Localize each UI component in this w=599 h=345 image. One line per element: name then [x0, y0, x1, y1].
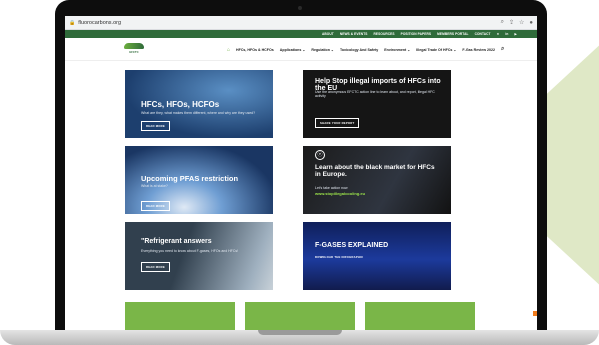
menu-environment[interactable]: Environment ⌄ [384, 48, 410, 52]
topnav-members-portal[interactable]: MEMBERS PORTAL [437, 32, 468, 36]
leaf-icon [124, 43, 144, 49]
browser-bar: 🔒 fluorocarbons.org ⌕ ⇪ ☆ ● [65, 16, 537, 30]
laptop-screen: 🔒 fluorocarbons.org ⌕ ⇪ ☆ ● ABOUT NEWS &… [65, 16, 537, 332]
tile-title: Upcoming PFAS restriction [141, 174, 239, 183]
topnav-resources[interactable]: RESOURCES [374, 32, 395, 36]
home-icon[interactable]: ⌂ [227, 47, 230, 53]
tile-hfcs[interactable]: HFCs, HFOs, HCFOs What are they, what ma… [125, 70, 273, 138]
tile-subtitle: Let's take action now [315, 186, 348, 190]
menu-applications[interactable]: Applications ⌄ [280, 48, 306, 52]
main-nav: EFCTC ⌂ HFCs, HFOs & HCFOs Applications … [65, 38, 537, 61]
download-infographic-button[interactable]: DOWNLOAD THE INFOGRAPHIC [315, 255, 363, 259]
tile-illegal-imports[interactable]: Help Stop illegal imports of HFCs into t… [303, 70, 451, 138]
tile-black-market[interactable]: ⓔ Learn about the black market for HFCs … [303, 146, 451, 214]
tile-title: F-GASES EXPLAINED [315, 242, 389, 249]
youtube-icon[interactable]: ▶ [514, 32, 517, 36]
camera [298, 6, 302, 10]
twitter-icon[interactable]: ✕ [497, 32, 500, 36]
tile-title: HFCs, HFOs, HCFOs [141, 100, 220, 109]
lock-icon: 🔒 [69, 19, 76, 26]
search-icon[interactable]: ⌕ [501, 19, 504, 26]
topnav-position-papers[interactable]: POSITION PAPERS [401, 32, 432, 36]
main-menu: ⌂ HFCs, HFOs & HCFOs Applications ⌄ Regu… [227, 46, 504, 53]
campaign-link[interactable]: www.stopillegalcooling.eu [315, 191, 365, 196]
site-logo[interactable]: EFCTC [122, 43, 146, 55]
menu-regulation[interactable]: Regulation ⌄ [311, 48, 334, 52]
scroll-to-top-button[interactable] [533, 311, 537, 316]
green-card-3[interactable] [365, 302, 475, 332]
share-icon[interactable]: ⇪ [509, 19, 514, 26]
green-card-2[interactable] [245, 302, 355, 332]
star-icon[interactable]: ☆ [519, 19, 524, 26]
site-search-icon[interactable]: ⌕ [501, 46, 504, 53]
top-utility-nav: ABOUT NEWS & EVENTS RESOURCES POSITION P… [65, 30, 537, 38]
tile-title: Learn about the black market for HFCs in… [315, 164, 435, 178]
tile-pfas[interactable]: Upcoming PFAS restriction What is at sta… [125, 146, 273, 214]
tile-refrigerant-answers[interactable]: "Refrigerant answers Everything you need… [125, 222, 273, 290]
topnav-news[interactable]: NEWS & EVENTS [340, 32, 368, 36]
menu-toxicology[interactable]: Toxicology And Safety [340, 48, 378, 52]
green-card-1[interactable] [125, 302, 235, 332]
topnav-contact[interactable]: CONTACT [475, 32, 491, 36]
tile-subtitle: Use the anonymous EFCTC action line to l… [315, 90, 435, 98]
menu-illegal-trade[interactable]: Illegal Trade Of HFCs ⌄ [416, 48, 456, 52]
share-report-button[interactable]: SHARE YOUR REPORT [315, 118, 360, 128]
tile-subtitle: What are they, what makes them different… [141, 111, 256, 115]
tile-subtitle: What is at stake? [141, 184, 168, 188]
laptop-notch [258, 330, 342, 335]
topnav-about[interactable]: ABOUT [322, 32, 334, 36]
read-more-button[interactable]: READ MORE [141, 121, 170, 131]
tile-fgases-explained[interactable]: F-GASES EXPLAINED DOWNLOAD THE INFOGRAPH… [303, 222, 451, 290]
tile-title: "Refrigerant answers [141, 238, 212, 245]
laptop-frame: 🔒 fluorocarbons.org ⌕ ⇪ ☆ ● ABOUT NEWS &… [55, 0, 547, 332]
logo-text: EFCTC [129, 50, 139, 54]
read-more-button[interactable]: READ MORE [141, 262, 170, 272]
menu-fgas-review[interactable]: F-Gas Review 2022 [462, 48, 495, 52]
profile-icon[interactable]: ● [529, 20, 533, 26]
url-field[interactable]: fluorocarbons.org [78, 20, 495, 26]
read-more-button[interactable]: READ MORE [141, 201, 170, 211]
lightbulb-icon: ⓔ [315, 150, 325, 160]
linkedin-icon[interactable]: in [505, 32, 508, 36]
menu-hfcs[interactable]: HFCs, HFOs & HCFOs [236, 48, 274, 52]
tile-subtitle: Everything you need to know about F-gase… [141, 249, 239, 253]
